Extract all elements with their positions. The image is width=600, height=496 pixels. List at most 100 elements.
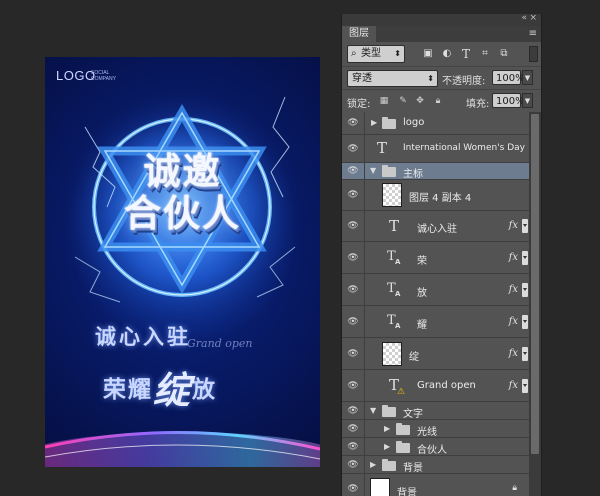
slogan2-big-char: 绽 <box>153 369 192 412</box>
adjustment-filter-icon[interactable]: ◐ <box>440 47 454 61</box>
layer-name: 荣 <box>417 256 427 267</box>
visibility-eye-icon[interactable]: 👁︎ <box>342 180 365 210</box>
fill-input[interactable]: 100% <box>492 93 525 108</box>
filter-kind-select[interactable]: ⌕ 类型 ⬍ <box>347 45 405 63</box>
chevron-updown-icon: ⬍ <box>427 74 434 83</box>
warning-icon: ⚠ <box>397 387 406 397</box>
layer-row[interactable]: 👁︎ T ⚠ Grand open fx <box>342 370 529 402</box>
layer-row[interactable]: 👁︎ 绽 fx <box>342 338 529 370</box>
visibility-eye-icon[interactable]: 👁︎ <box>342 242 365 273</box>
visibility-eye-icon[interactable]: 👁︎ <box>342 338 365 369</box>
layer-row[interactable]: 👁︎ ▶ logo <box>342 112 529 135</box>
visibility-eye-icon[interactable]: 👁︎ <box>342 211 365 241</box>
layers-panel: « × 图层 ≡ ⌕ 类型 ⬍ ▣ ◐ T ⌗ ⧉ 穿透 ⬍ 不透明度: 100… <box>341 13 542 496</box>
fx-icon[interactable]: fx <box>509 316 518 327</box>
layer-row[interactable]: 👁︎ 背景 🔒︎ <box>342 474 529 496</box>
fx-icon[interactable]: fx <box>509 284 518 295</box>
visibility-eye-icon[interactable]: 👁︎ <box>342 402 365 419</box>
blend-mode-value: 穿透 <box>352 73 372 84</box>
layer-name: 绽 <box>409 352 419 363</box>
blend-mode-select[interactable]: 穿透 ⬍ <box>347 70 438 87</box>
tab-layers[interactable]: 图层 <box>342 26 376 42</box>
scrollbar-thumb[interactable] <box>531 114 539 454</box>
fx-expand-icon[interactable] <box>522 379 528 393</box>
document-canvas[interactable]: LOGO SOCIAL COMPANY 诚邀 合伙人 诚心入驻 Grand op… <box>0 0 341 496</box>
layers-scrollbar[interactable] <box>529 112 541 496</box>
layer-name: 耀 <box>417 320 427 331</box>
filter-kind-label: 类型 <box>361 48 381 59</box>
expanded-arrow-icon[interactable]: ▼ <box>370 166 376 175</box>
visibility-eye-icon[interactable]: 👁︎ <box>342 163 365 179</box>
workspace-right-strip <box>541 0 600 496</box>
layer-name: Grand open <box>417 380 476 391</box>
fx-icon[interactable]: fx <box>509 252 518 263</box>
lock-label: 锁定: <box>347 99 371 110</box>
collapsed-arrow-icon[interactable]: ▶ <box>384 424 390 433</box>
smart-object-filter-icon[interactable]: ⧉ <box>497 47 511 61</box>
expanded-arrow-icon[interactable]: ▼ <box>370 406 376 415</box>
opacity-label: 不透明度: <box>442 76 486 87</box>
image-filter-icon[interactable]: ▣ <box>421 47 435 61</box>
lock-position-icon[interactable]: ✥ <box>414 95 426 107</box>
opacity-dropdown-icon[interactable]: ▼ <box>522 70 533 85</box>
folder-icon <box>382 165 396 177</box>
layer-row[interactable]: 👁︎ T 诚心入驻 fx <box>342 211 529 242</box>
collapsed-arrow-icon[interactable]: ▶ <box>384 442 390 451</box>
lock-all-icon[interactable]: 🔒︎ <box>432 95 444 107</box>
poster-artwork[interactable]: LOGO SOCIAL COMPANY 诚邀 合伙人 诚心入驻 Grand op… <box>45 57 320 467</box>
fx-expand-icon[interactable] <box>522 347 528 361</box>
folder-icon <box>382 117 396 129</box>
warp-subicon: A <box>395 322 401 330</box>
layer-row[interactable]: 👁︎ T A 耀 fx <box>342 306 529 338</box>
visibility-eye-icon[interactable]: 👁︎ <box>342 420 365 437</box>
folder-icon <box>396 423 410 435</box>
slogan-line2: 荣耀绽放 <box>103 354 217 412</box>
layer-thumbnail <box>382 183 402 207</box>
opacity-input[interactable]: 100% <box>492 70 525 85</box>
panel-menu-icon[interactable]: ≡ <box>529 28 537 39</box>
fx-expand-icon[interactable] <box>522 315 528 329</box>
lock-image-icon[interactable]: ✎ <box>397 95 409 107</box>
layer-row[interactable]: 👁︎ T International Women's Day <box>342 135 529 163</box>
layer-row[interactable]: 👁︎ 图层 4 副本 4 <box>342 180 529 211</box>
fx-icon[interactable]: fx <box>509 380 518 391</box>
fill-label: 填充: <box>466 99 490 110</box>
layer-name: 背景 <box>397 488 417 496</box>
layer-row[interactable]: 👁︎ ▶ 光线 <box>342 420 529 438</box>
visibility-eye-icon[interactable]: 👁︎ <box>342 112 365 134</box>
fx-expand-icon[interactable] <box>522 219 528 233</box>
layer-row[interactable]: 👁︎ ▶ 合伙人 <box>342 438 529 456</box>
visibility-eye-icon[interactable]: 👁︎ <box>342 135 365 162</box>
collapsed-arrow-icon[interactable]: ▶ <box>371 118 377 127</box>
visibility-eye-icon[interactable]: 👁︎ <box>342 370 365 401</box>
fx-expand-icon[interactable] <box>522 251 528 265</box>
visibility-eye-icon[interactable]: 👁︎ <box>342 306 365 337</box>
visibility-eye-icon[interactable]: 👁︎ <box>342 456 365 473</box>
visibility-eye-icon[interactable]: 👁︎ <box>342 274 365 305</box>
layer-row[interactable]: 👁︎ ▶ 背景 <box>342 456 529 474</box>
layer-row[interactable]: 👁︎ ▼ 主标 <box>342 163 529 180</box>
visibility-eye-icon[interactable]: 👁︎ <box>342 438 365 455</box>
lock-transparent-icon[interactable]: ▦ <box>378 95 390 107</box>
text-layer-icon: T <box>389 217 400 235</box>
layer-row[interactable]: 👁︎ T A 放 fx <box>342 274 529 306</box>
fx-expand-icon[interactable] <box>522 283 528 297</box>
fill-dropdown-icon[interactable]: ▼ <box>522 93 533 108</box>
collapsed-arrow-icon[interactable]: ▶ <box>370 460 376 469</box>
layer-thumbnail <box>370 478 390 496</box>
shape-filter-icon[interactable]: ⌗ <box>478 47 492 61</box>
layer-row[interactable]: 👁︎ ▼ 文字 <box>342 402 529 420</box>
layer-name: 文字 <box>403 409 423 420</box>
filter-toggle-switch[interactable] <box>529 46 538 62</box>
lock-row: 锁定: ▦ ✎ ✥ 🔒︎ 填充: 100% ▼ <box>342 89 541 112</box>
layer-row[interactable]: 👁︎ T A 荣 fx <box>342 242 529 274</box>
fx-icon[interactable]: fx <box>509 220 518 231</box>
layer-name: 合伙人 <box>417 445 447 456</box>
collapse-icon[interactable]: « <box>521 13 527 23</box>
close-icon[interactable]: × <box>529 13 537 23</box>
chevron-updown-icon: ⬍ <box>394 49 401 58</box>
fx-icon[interactable]: fx <box>509 348 518 359</box>
visibility-eye-icon[interactable]: 👁︎ <box>342 474 365 496</box>
grand-open-script: Grand open <box>187 337 253 350</box>
type-filter-icon[interactable]: T <box>459 47 473 61</box>
